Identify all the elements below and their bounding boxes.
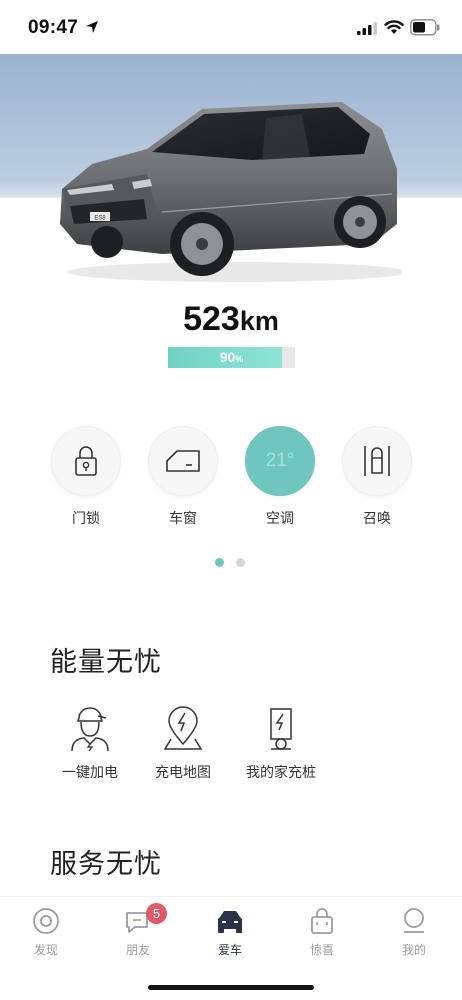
tab-discover[interactable]: 发现 bbox=[16, 907, 76, 958]
status-time: 09:47 bbox=[28, 17, 79, 38]
tab-surprise[interactable]: 惊喜 bbox=[292, 907, 352, 958]
range-display: 523km bbox=[0, 300, 462, 339]
vehicle-hero: ES8 bbox=[0, 54, 462, 284]
service-section-title: 服务无忧 bbox=[50, 849, 162, 880]
control-label: 门锁 bbox=[72, 511, 100, 527]
battery-percent-label: 90% bbox=[219, 349, 244, 365]
profile-icon bbox=[404, 908, 424, 933]
location-arrow-icon bbox=[86, 21, 98, 33]
service-label: 我的家充桩 bbox=[246, 765, 316, 781]
tab-my-car[interactable]: 爱车 bbox=[200, 907, 260, 958]
battery-level-bar: 90% bbox=[168, 347, 295, 368]
control-label: 车窗 bbox=[169, 511, 197, 527]
tab-friends[interactable]: 5 朋友 bbox=[108, 903, 168, 958]
control-air-conditioning[interactable]: 21° 空调 bbox=[244, 426, 316, 528]
control-label: 召唤 bbox=[363, 511, 391, 527]
ac-temperature-button[interactable]: 21° bbox=[245, 426, 315, 496]
page-indicator bbox=[215, 558, 255, 568]
range-unit: km bbox=[239, 306, 279, 336]
car-icon bbox=[218, 911, 242, 933]
lock-icon bbox=[75, 446, 97, 476]
page-dot[interactable] bbox=[236, 558, 245, 567]
service-one-click-charge[interactable]: 一键加电 bbox=[50, 706, 130, 782]
control-label: 空调 bbox=[266, 511, 294, 527]
shopping-bag-icon bbox=[311, 908, 333, 934]
service-home-charger[interactable]: 我的家充桩 bbox=[236, 706, 326, 782]
cellular-signal-icon bbox=[357, 22, 377, 35]
control-summon[interactable]: 召唤 bbox=[341, 426, 413, 528]
quick-controls: 门锁 车窗 21° 空调 召唤 bbox=[0, 426, 462, 536]
summon-icon bbox=[364, 446, 390, 476]
page-dot-active[interactable] bbox=[215, 558, 224, 567]
tab-label: 爱车 bbox=[217, 943, 242, 957]
power-service-icon bbox=[71, 707, 109, 752]
service-label: 一键加电 bbox=[62, 765, 118, 781]
tab-label: 惊喜 bbox=[309, 943, 334, 957]
wifi-icon bbox=[384, 20, 404, 34]
control-door-lock[interactable]: 门锁 bbox=[50, 426, 122, 528]
discover-icon bbox=[33, 908, 59, 934]
service-charging-map[interactable]: 充电地图 bbox=[143, 706, 223, 782]
ac-temperature-value: 21° bbox=[265, 450, 295, 471]
tab-label: 我的 bbox=[401, 943, 426, 957]
status-bar: 09:47 bbox=[0, 0, 462, 54]
home-charger-icon bbox=[270, 708, 292, 750]
summon-button[interactable] bbox=[342, 426, 412, 496]
bottom-tab-bar: 发现 5 朋友 爱车 惊喜 我的 bbox=[0, 896, 462, 1000]
car-image: ES8 bbox=[60, 102, 402, 282]
door-lock-button[interactable] bbox=[51, 426, 121, 496]
energy-section-title: 能量无忧 bbox=[50, 647, 162, 678]
window-button[interactable] bbox=[148, 426, 218, 496]
battery-status-icon bbox=[410, 19, 440, 36]
tab-label: 朋友 bbox=[125, 943, 150, 957]
window-icon bbox=[166, 450, 200, 472]
service-label: 充电地图 bbox=[155, 765, 211, 781]
tab-profile[interactable]: 我的 bbox=[384, 907, 444, 958]
tab-label: 发现 bbox=[33, 943, 58, 957]
range-value: 523 bbox=[183, 300, 240, 338]
unread-badge: 5 bbox=[146, 903, 167, 924]
model-badge: ES8 bbox=[94, 216, 106, 222]
charging-map-icon bbox=[163, 706, 203, 750]
control-window[interactable]: 车窗 bbox=[147, 426, 219, 528]
home-indicator[interactable] bbox=[148, 985, 314, 990]
